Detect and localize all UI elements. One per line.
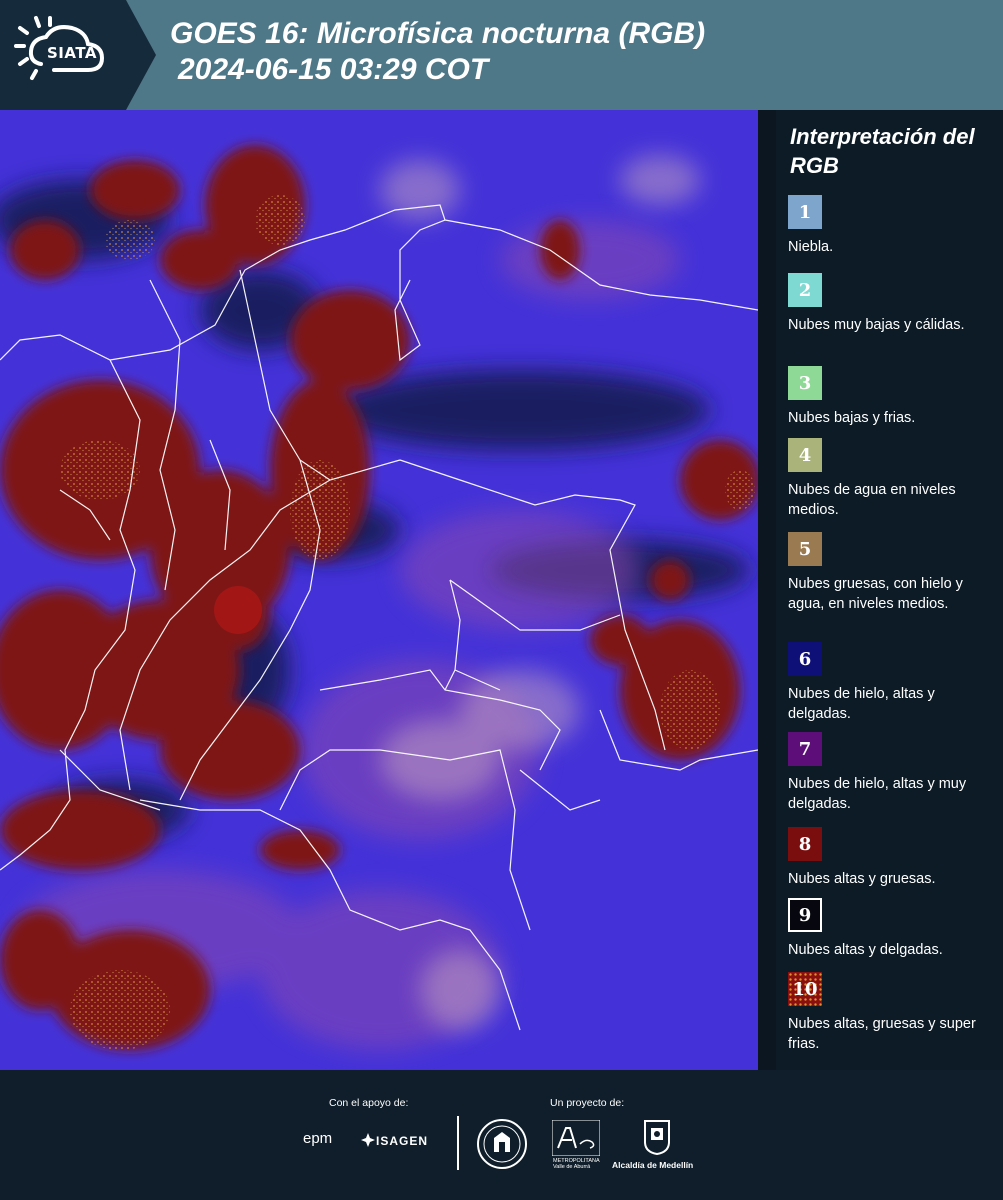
project-label: Un proyecto de: — [550, 1097, 625, 1109]
medellin-shield-icon — [644, 1120, 670, 1156]
legend-item: 4 Nubes de agua en niveles medios. — [788, 438, 1000, 520]
legend-label: Nubes altas, gruesas y super frias. — [788, 1016, 976, 1052]
legend-swatch: 8 — [788, 827, 822, 861]
legend-swatch: 3 — [788, 366, 822, 400]
legend-swatch: 10 — [788, 972, 822, 1006]
legend-swatch: 4 — [788, 438, 822, 472]
legend-swatch: 5 — [788, 532, 822, 566]
legend-label: Niebla. — [788, 239, 834, 255]
legend-item: 7 Nubes de hielo, altas y muy delgadas. — [788, 732, 1000, 814]
legend-swatch: 2 — [788, 273, 822, 307]
legend-item: 10 Nubes altas, gruesas y super frias. — [788, 972, 1000, 1054]
alcaldia-label: Alcaldía de Medellín — [612, 1160, 694, 1170]
legend-swatch: 7 — [788, 732, 822, 766]
legend-title: Interpretación del RGB — [790, 124, 975, 178]
legend-label: Nubes de hielo, altas y muy delgadas. — [788, 776, 967, 812]
isagen-icon — [361, 1133, 375, 1147]
legend-item: 8 Nubes altas y gruesas. — [788, 827, 1000, 889]
title-line-2: 2024-06-15 03:29 COT — [178, 53, 489, 86]
legend-label: Nubes de agua en niveles medios. — [788, 482, 956, 518]
header: SIATA GOES 16: Microfísica nocturna (RGB… — [0, 0, 1003, 110]
support-label: Con el apoyo de: — [329, 1097, 409, 1109]
page-title: GOES 16: Microfísica nocturna (RGB) 2024… — [170, 16, 705, 88]
footer: Con el apoyo de: Un proyecto de: epm ISA… — [0, 1070, 1003, 1200]
legend-label: Nubes altas y gruesas. — [788, 871, 936, 887]
legend-item: 3 Nubes bajas y frias. — [788, 366, 1000, 428]
logo-text: SIATA — [47, 44, 98, 62]
map-edge — [758, 110, 776, 1070]
legend-item: 2 Nubes muy bajas y cálidas. — [788, 273, 1000, 335]
legend-label: Nubes de hielo, altas y delgadas. — [788, 686, 935, 722]
satellite-imagery-svg — [0, 110, 758, 1070]
title-line-1: GOES 16: Microfísica nocturna (RGB) — [170, 17, 706, 50]
legend-label: Nubes muy bajas y cálidas. — [788, 317, 965, 333]
legend-label: Nubes gruesas, con hielo y agua, en nive… — [788, 576, 963, 612]
legend-item: 1 Niebla. — [788, 195, 1000, 257]
logo-arrow — [126, 0, 156, 110]
metro-label: METROPOLITANA Valle de Aburrá — [553, 1158, 600, 1170]
epm-logo: epm — [303, 1130, 333, 1147]
satellite-image — [0, 110, 758, 1070]
isagen-logo: ISAGEN — [376, 1134, 429, 1148]
area-metropolitana-logo — [552, 1120, 600, 1156]
legend-panel: Interpretación del RGB 1 Niebla. 2 Nubes… — [776, 110, 1003, 1070]
legend-swatch: 6 — [788, 642, 822, 676]
legend-swatch: 9 — [788, 898, 822, 932]
legend-item: 5 Nubes gruesas, con hielo y agua, en ni… — [788, 532, 1000, 614]
legend-item: 9 Nubes altas y delgadas. — [788, 898, 1000, 960]
legend-swatch: 1 — [788, 195, 822, 229]
legend-label: Nubes bajas y frias. — [788, 410, 916, 426]
university-seal-icon — [477, 1119, 527, 1169]
siata-logo: SIATA — [0, 0, 126, 110]
divider — [457, 1116, 459, 1170]
legend-label: Nubes altas y delgadas. — [788, 942, 943, 958]
legend-item: 6 Nubes de hielo, altas y delgadas. — [788, 642, 1000, 724]
